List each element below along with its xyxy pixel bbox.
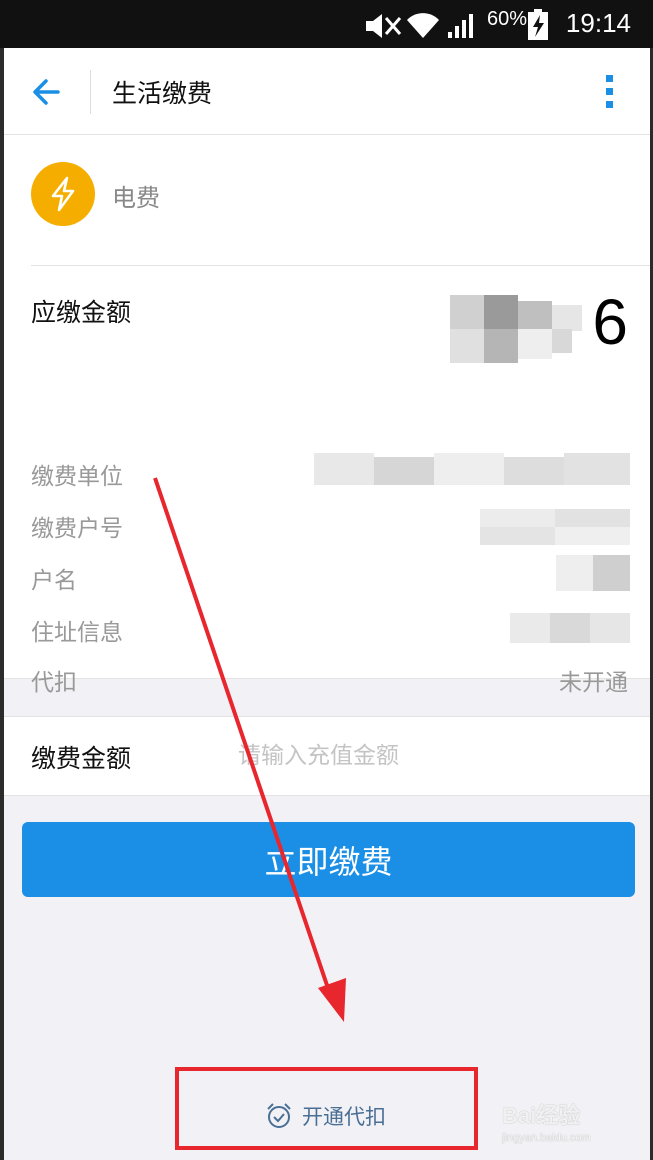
payment-amount-label: 缴费金额	[31, 744, 132, 773]
battery-percent: 60%	[486, 8, 527, 30]
clock: 19:14	[565, 8, 631, 38]
signal-icon	[448, 14, 473, 38]
pay-now-button[interactable]: 立即缴费	[22, 822, 635, 897]
pixelated-redaction	[314, 453, 630, 485]
payment-amount-input[interactable]	[236, 733, 620, 779]
app-bar: 生活缴费	[4, 48, 650, 135]
enable-autopay-link[interactable]: 开通代扣	[264, 1097, 386, 1135]
payment-amount-row: 缴费金额	[4, 716, 650, 796]
page-title: 生活缴费	[112, 79, 213, 108]
autopay-status: 未开通	[559, 670, 628, 696]
pixelated-redaction	[510, 613, 630, 643]
alarm-clock-icon	[267, 1103, 291, 1128]
pixelated-redaction	[450, 295, 590, 365]
due-amount-value: 6	[592, 286, 628, 358]
pixelated-redaction	[556, 555, 630, 591]
due-amount-label: 应缴金额	[31, 298, 132, 327]
app-screen: 生活缴费 电费 应缴金额 6 缴费单位 缴费户号 户名 住址信息 代扣 未开通 …	[4, 48, 650, 1160]
more-options-icon[interactable]	[600, 72, 620, 112]
mute-icon	[366, 14, 402, 38]
enable-autopay-label: 开通代扣	[302, 1105, 386, 1129]
app-bar-divider	[90, 70, 91, 114]
wifi-icon	[407, 13, 439, 38]
info-label-name: 户名	[31, 568, 77, 594]
status-bar: 60% 19:14	[0, 0, 653, 48]
bill-card: 电费 应缴金额 6 缴费单位 缴费户号 户名 住址信息 代扣 未开通	[4, 135, 650, 696]
info-label-account: 缴费户号	[31, 516, 123, 542]
divider	[31, 265, 650, 266]
pixelated-redaction	[480, 509, 630, 545]
back-arrow-icon[interactable]	[28, 72, 68, 112]
electricity-icon	[31, 162, 95, 226]
info-label-address: 住址信息	[31, 620, 123, 646]
info-label-autopay: 代扣	[31, 670, 77, 696]
info-label-unit: 缴费单位	[31, 464, 123, 490]
battery-charging-icon	[528, 9, 548, 40]
bill-type-name: 电费	[112, 184, 160, 212]
